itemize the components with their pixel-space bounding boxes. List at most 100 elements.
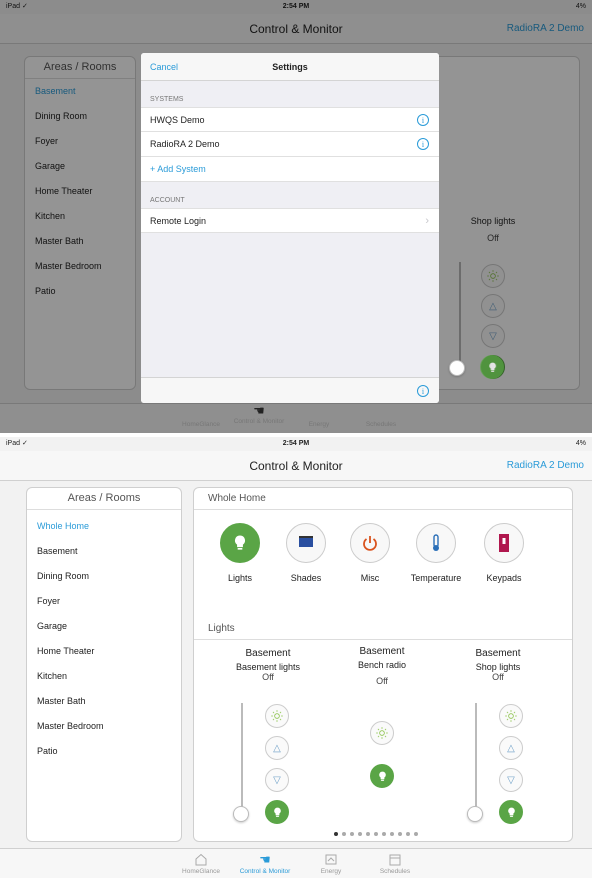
load-name: Basement lights [235,662,301,672]
info-icon[interactable]: i [417,138,429,150]
bg-on-button [480,355,504,379]
account-section-header: ACCOUNT [150,197,185,204]
chevron-right-icon: › [425,215,429,227]
room-item[interactable]: Garage [27,614,181,639]
system-name: HWQS Demo [150,115,205,125]
hand-pointer-icon: ☚ [259,852,271,867]
system-row-radiora[interactable]: RadioRA 2 Demo i [141,132,439,157]
room-item[interactable]: Patio [27,739,181,764]
room-item[interactable]: Dining Room [27,564,181,589]
tab-schedules[interactable]: Schedules [346,408,416,428]
nav-bar: Control & Monitor RadioRA 2 Demo [0,451,592,481]
shade-icon [286,523,326,563]
raise-light-button[interactable] [499,704,523,728]
dimmer-knob[interactable] [233,806,249,822]
page-indicator[interactable] [334,832,422,836]
load-name: Shop lights [475,662,521,672]
load-area: Basement [245,648,291,659]
tab-control-monitor[interactable]: ☚ Control & Monitor [230,853,300,875]
battery: 4% [575,440,586,447]
clock: 2:54 PM [282,440,310,447]
tab-label: Schedules [379,868,411,875]
load-status: Off [376,676,388,686]
raise-arrow-button[interactable]: △ [265,736,289,760]
dimmer-knob[interactable] [449,360,465,376]
settings-modal: Cancel Settings SYSTEMS HWQS Demo i Radi… [141,53,439,403]
room-item[interactable]: Master Bedroom [27,714,181,739]
radio-light-button[interactable] [370,721,394,745]
bulb-icon [220,523,260,563]
page-dot [366,832,370,836]
tab-energy[interactable]: Energy [284,408,354,428]
dimmer-track[interactable] [475,703,477,815]
tab-homeglance[interactable]: HomeGlance [166,853,236,875]
raise-light-button[interactable] [265,704,289,728]
radio-on-button[interactable] [370,764,394,788]
rooms-header: Areas / Rooms [27,488,181,510]
section-title: Whole Home [194,488,572,510]
hand-pointer-icon: ☚ [253,403,265,418]
load-area: Basement [475,648,521,659]
dimmer-track[interactable] [241,703,243,815]
tab-bar-dimmed: HomeGlance ☚ Control & Monitor Energy Sch… [0,403,592,433]
on-light-button[interactable] [265,800,289,824]
control-monitor-screenshot: iPad ✓ 2:54 PM 4% Control & Monitor Radi… [0,437,592,878]
tab-energy[interactable]: Energy [296,853,366,875]
category-keypads[interactable]: Keypads [472,523,536,583]
lights-section-title: Lights [194,618,572,640]
info-icon[interactable]: i [417,114,429,126]
category-label: Misc [360,573,380,583]
load-status: Off [492,672,504,682]
status-bar: iPad ✓ 2:54 PM 4% [0,437,592,451]
tab-label: Control & Monitor [233,418,285,425]
load-basement-lights: Basement Basement lights Off [218,648,318,682]
energy-icon [325,854,337,865]
main-panel: Whole Home Lights Shades Misc Temperatur… [193,487,573,842]
page-dot [414,832,418,836]
category-temperature[interactable]: Temperature [404,523,468,583]
room-item[interactable]: Foyer [27,589,181,614]
room-item[interactable]: Whole Home [27,514,181,539]
tab-schedules[interactable]: Schedules [360,853,430,875]
page-dot [398,832,402,836]
category-misc[interactable]: Misc [338,523,402,583]
system-selector[interactable]: RadioRA 2 Demo [507,460,584,471]
load-shop-lights: Basement Shop lights Off [448,648,548,682]
category-shades[interactable]: Shades [274,523,338,583]
rooms-list: Whole Home Basement Dining Room Foyer Garage… [27,510,181,764]
page-dot [342,832,346,836]
page-dot [350,832,354,836]
load-area: Basement [359,646,405,657]
lower-arrow-button[interactable]: ▽ [499,768,523,792]
thermometer-icon [416,523,456,563]
lower-arrow-button[interactable]: ▽ [265,768,289,792]
room-item[interactable]: Kitchen [27,664,181,689]
page-dot [374,832,378,836]
tab-label: Schedules [365,421,397,428]
tab-label: Energy [308,421,330,428]
info-icon[interactable]: i [417,385,429,397]
keypad-icon [484,523,524,563]
tab-label: HomeGlance [182,421,220,428]
add-system-button[interactable]: + Add System [141,157,439,182]
room-item[interactable]: Home Theater [27,639,181,664]
settings-title: Settings [272,62,308,72]
settings-footer: i [141,377,439,403]
power-icon [350,523,390,563]
category-label: Lights [227,573,253,583]
room-item[interactable]: Basement [27,539,181,564]
tab-label: Control & Monitor [239,868,291,875]
category-lights[interactable]: Lights [208,523,272,583]
room-item[interactable]: Master Bath [27,689,181,714]
on-light-button[interactable] [499,800,523,824]
page-dot [358,832,362,836]
category-label: Keypads [486,573,522,583]
system-row-hwqs[interactable]: HWQS Demo i [141,107,439,132]
load-bench-radio: Basement Bench radio Off [332,646,432,686]
remote-login-label: Remote Login [150,216,207,226]
load-name: Bench radio [357,660,407,670]
dimmer-knob[interactable] [467,806,483,822]
raise-arrow-button[interactable]: △ [499,736,523,760]
page-dot [390,832,394,836]
remote-login-row[interactable]: Remote Login › [141,208,439,233]
